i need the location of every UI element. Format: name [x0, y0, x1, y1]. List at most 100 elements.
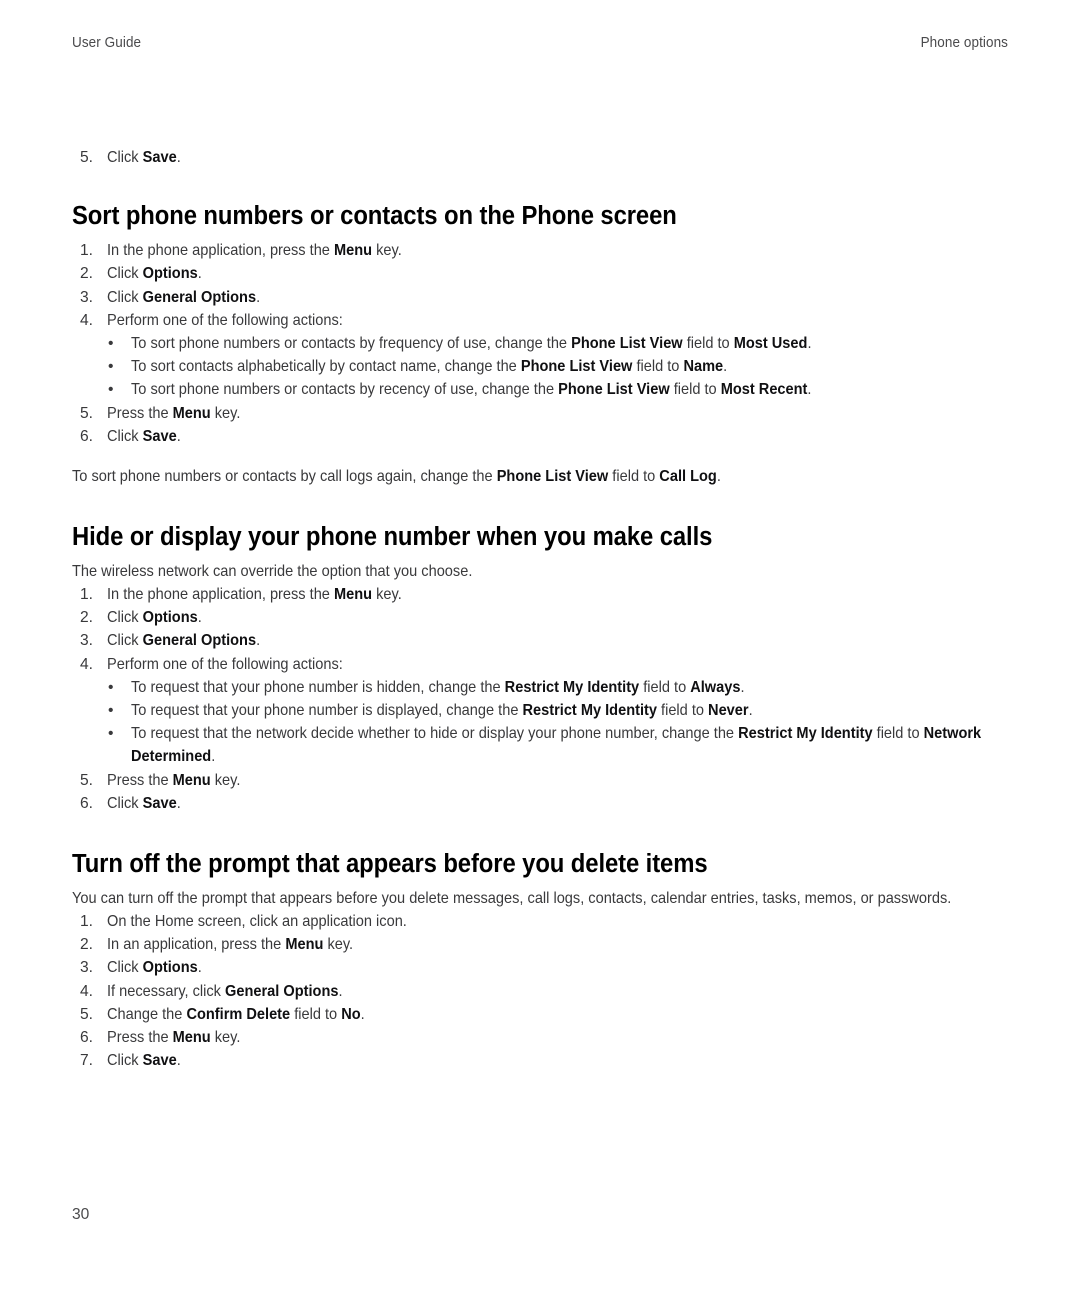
plain-text: key.	[372, 242, 402, 260]
step-text: Press the Menu key.	[107, 769, 1012, 792]
plain-text: Press the	[107, 1029, 173, 1047]
running-header: User Guide Phone options	[72, 34, 1008, 54]
plain-text: key.	[210, 1029, 241, 1047]
plain-text: field to	[639, 678, 691, 696]
step-text: Click Save.	[107, 425, 1012, 448]
step-text: On the Home screen, click an application…	[107, 910, 1012, 933]
step-text: Click Save.	[107, 792, 1012, 815]
emphasis-text: No	[341, 1005, 361, 1023]
emphasis-text: Name	[683, 358, 724, 376]
emphasis-text: Save	[142, 427, 177, 445]
list-item: 5. Press the Menu key.	[72, 769, 1012, 792]
section-heading: Sort phone numbers or contacts on the Ph…	[72, 202, 677, 231]
list-item: • To sort contacts alphabetically by cont…	[72, 355, 1012, 378]
step-text: Click Options.	[107, 262, 1012, 285]
plain-text: .	[716, 468, 721, 486]
step-text: Change the Confirm Delete field to No.	[107, 1003, 1012, 1026]
plain-text: To request that your phone number is dis…	[131, 702, 523, 720]
list-item: 4. Perform one of the following actions:	[72, 309, 1012, 332]
emphasis-text: Phone List View	[571, 335, 683, 353]
emphasis-text: Call Log	[659, 468, 717, 486]
plain-text: .	[197, 959, 202, 977]
bullet-text: To request that your phone number is dis…	[131, 699, 1012, 722]
plain-text: To sort contacts alphabetically by conta…	[131, 358, 521, 376]
list-item: 1. In the phone application, press the Me…	[72, 583, 1012, 606]
section-heading-wrap: Turn off the prompt that appears before …	[72, 849, 1012, 879]
list-item: 4. If necessary, click General Options.	[72, 980, 1012, 1003]
section-intro-paragraph: The wireless network can override the op…	[72, 563, 473, 581]
step-number: 1.	[79, 586, 93, 604]
emphasis-text: Menu	[333, 242, 373, 260]
emphasis-text: Menu	[285, 936, 324, 954]
section-heading-wrap: Sort phone numbers or contacts on the Ph…	[72, 201, 1012, 231]
list-item: 5. Change the Confirm Delete field to No.	[72, 1003, 1012, 1026]
emphasis-text: Phone List View	[558, 381, 670, 399]
plain-text: Click	[107, 427, 143, 445]
list-item: • To request that the network decide whet…	[72, 722, 1012, 768]
plain-text: .	[176, 794, 181, 812]
emphasis-text: Restrict My Identity	[522, 702, 657, 720]
section-heading: Turn off the prompt that appears before …	[72, 850, 708, 879]
bullet-text: To sort phone numbers or contacts by fre…	[131, 332, 1012, 355]
emphasis-text: Menu	[172, 404, 211, 422]
plain-text: field to	[872, 725, 924, 743]
plain-text: .	[740, 678, 745, 696]
plain-text: .	[748, 702, 753, 720]
sections-container: Sort phone numbers or contacts on the Ph…	[72, 201, 1012, 1072]
emphasis-text: Most Used	[733, 335, 808, 353]
step-list: 1. On the Home screen, click an applicati…	[72, 910, 1012, 1072]
list-item: 7. Click Save.	[72, 1049, 1012, 1072]
step-number: 6.	[79, 1029, 93, 1047]
plain-text: Change the	[107, 1005, 187, 1023]
plain-text: To request that your phone number is hid…	[131, 678, 505, 696]
emphasis-text: Menu	[172, 771, 211, 789]
plain-text: Click	[107, 632, 143, 650]
step-number: 5.	[79, 149, 93, 166]
plain-text: .	[197, 609, 202, 627]
bullet-icon: •	[108, 725, 114, 743]
step-text: Click Save.	[107, 1049, 1012, 1072]
step-text: In the phone application, press the Menu…	[107, 239, 1012, 262]
step-text: Press the Menu key.	[107, 402, 1012, 425]
plain-text: Click	[107, 959, 143, 977]
emphasis-text: Restrict My Identity	[504, 678, 640, 696]
plain-text: Click	[107, 794, 143, 812]
step-text: If necessary, click General Options.	[107, 980, 1012, 1003]
emphasis-text: General Options	[225, 982, 339, 1000]
list-item: • To sort phone numbers or contacts by re…	[72, 378, 1012, 401]
step-list-continued: 5. Press the Menu key. 6. Click Save.	[72, 402, 1012, 448]
bullet-icon: •	[108, 702, 114, 720]
plain-text: key.	[210, 771, 241, 789]
step-number: 2.	[79, 609, 93, 627]
section-turn-off-delete-prompt: Turn off the prompt that appears before …	[72, 849, 1012, 1072]
step-text: Click General Options.	[107, 629, 1012, 652]
list-item: 6. Click Save.	[72, 792, 1012, 815]
list-item: 1. On the Home screen, click an applicati…	[72, 910, 1012, 933]
plain-text: Press the	[107, 404, 173, 422]
plain-text: To sort phone numbers or contacts by cal…	[72, 468, 497, 486]
emphasis-text: Most Recent	[720, 381, 808, 399]
step-list: 1. In the phone application, press the Me…	[72, 583, 1012, 676]
list-item: 4. Perform one of the following actions:	[72, 653, 1012, 676]
step-number: 7.	[79, 1052, 93, 1070]
plain-text: If necessary, click	[107, 982, 226, 1000]
plain-text: To request that the network decide wheth…	[131, 725, 739, 743]
bullet-icon: •	[108, 335, 114, 353]
emphasis-text: Always	[690, 678, 741, 696]
bullet-icon: •	[108, 678, 114, 696]
plain-text: key.	[372, 586, 402, 604]
emphasis-text: Confirm Delete	[186, 1005, 291, 1023]
plain-text: field to	[669, 381, 721, 399]
plain-text: .	[256, 288, 261, 306]
plain-text: .	[176, 427, 181, 445]
plain-text: key.	[323, 936, 354, 954]
step-number: 1.	[79, 913, 93, 931]
plain-text: .	[176, 1052, 181, 1070]
plain-text: field to	[632, 358, 684, 376]
plain-text: .	[211, 748, 216, 766]
step-text: Click Options.	[107, 606, 1012, 629]
plain-text: Perform one of the following actions:	[107, 311, 343, 329]
step-text: In the phone application, press the Menu…	[107, 583, 1012, 606]
step-number: 4.	[79, 655, 93, 673]
step-text: Perform one of the following actions:	[107, 653, 1012, 676]
